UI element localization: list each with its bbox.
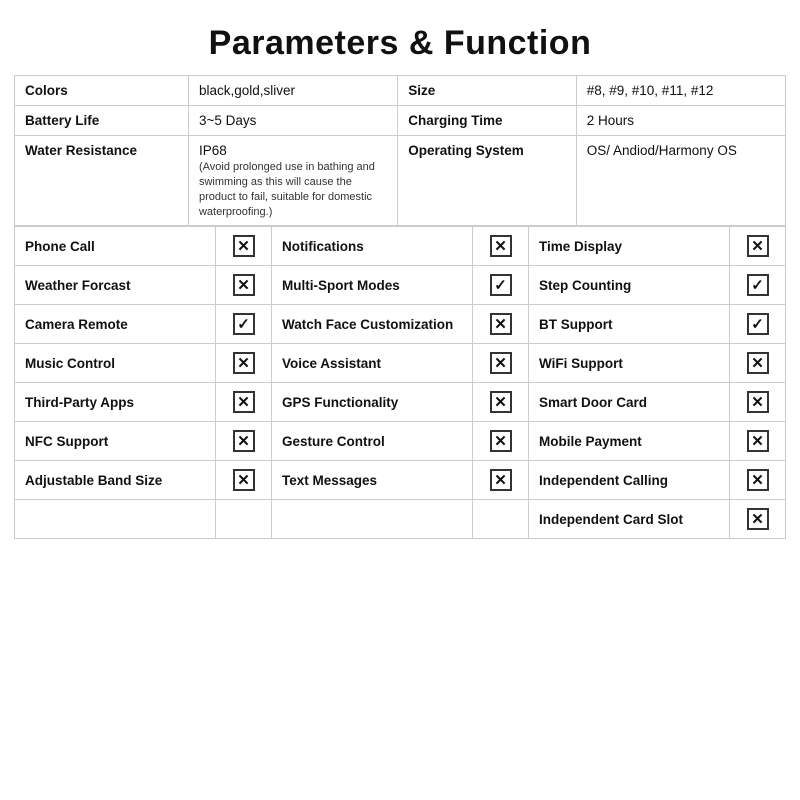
feat-label-5-0: NFC Support [15,422,216,461]
size-label: Size [398,76,577,106]
feat-label-4-1: GPS Functionality [271,383,472,422]
charging-value: 2 Hours [576,106,785,136]
feat-label-2-0: Camera Remote [15,305,216,344]
feat-check-6-2: ✕ [730,461,786,500]
features-row: Adjustable Band Size✕Text Messages✕Indep… [15,461,786,500]
feat-check-1-0: ✕ [216,266,272,305]
features-row: NFC Support✕Gesture Control✕Mobile Payme… [15,422,786,461]
colors-value: black,gold,sliver [188,76,397,106]
feat-check-0-1: ✕ [473,227,529,266]
feat-check-6-1: ✕ [473,461,529,500]
feat-label-6-0: Adjustable Band Size [15,461,216,500]
water-value: IP68 (Avoid prolonged use in bathing and… [188,136,397,226]
feat-check-2-2: ✓ [730,305,786,344]
feat-label-0-1: Notifications [271,227,472,266]
feat-label-5-2: Mobile Payment [528,422,729,461]
colors-label: Colors [15,76,189,106]
water-label: Water Resistance [15,136,189,226]
os-value: OS/ Andiod/Harmony OS [576,136,785,226]
feat-label-0-2: Time Display [528,227,729,266]
feat-check-7-1 [473,500,529,539]
features-row: Music Control✕Voice Assistant✕WiFi Suppo… [15,344,786,383]
params-row-battery: Battery Life 3~5 Days Charging Time 2 Ho… [15,106,786,136]
feat-check-2-0: ✓ [216,305,272,344]
feat-label-1-2: Step Counting [528,266,729,305]
feat-check-0-2: ✕ [730,227,786,266]
feat-label-4-2: Smart Door Card [528,383,729,422]
features-row: Camera Remote✓Watch Face Customization✕B… [15,305,786,344]
feat-check-0-0: ✕ [216,227,272,266]
features-table: Phone Call✕Notifications✕Time Display✕We… [14,226,786,539]
feat-check-3-0: ✕ [216,344,272,383]
feat-check-1-2: ✓ [730,266,786,305]
params-row-colors: Colors black,gold,sliver Size #8, #9, #1… [15,76,786,106]
feat-check-5-1: ✕ [473,422,529,461]
feat-label-4-0: Third-Party Apps [15,383,216,422]
feat-check-7-2: ✕ [730,500,786,539]
params-row-water: Water Resistance IP68 (Avoid prolonged u… [15,136,786,226]
size-value: #8, #9, #10, #11, #12 [576,76,785,106]
feat-check-2-1: ✕ [473,305,529,344]
feat-check-3-1: ✕ [473,344,529,383]
feat-label-3-2: WiFi Support [528,344,729,383]
feat-label-0-0: Phone Call [15,227,216,266]
features-row: Phone Call✕Notifications✕Time Display✕ [15,227,786,266]
feat-check-5-2: ✕ [730,422,786,461]
features-row: Third-Party Apps✕GPS Functionality✕Smart… [15,383,786,422]
feat-label-1-1: Multi-Sport Modes [271,266,472,305]
charging-label: Charging Time [398,106,577,136]
feat-label-6-1: Text Messages [271,461,472,500]
feat-label-5-1: Gesture Control [271,422,472,461]
feat-label-2-1: Watch Face Customization [271,305,472,344]
feat-label-6-2: Independent Calling [528,461,729,500]
feat-check-6-0: ✕ [216,461,272,500]
features-row: Independent Card Slot✕ [15,500,786,539]
page-title: Parameters & Function [14,10,786,75]
feat-check-7-0 [216,500,272,539]
feat-label-2-2: BT Support [528,305,729,344]
params-table: Colors black,gold,sliver Size #8, #9, #1… [14,75,786,226]
feat-check-5-0: ✕ [216,422,272,461]
feat-check-1-1: ✓ [473,266,529,305]
feat-check-4-2: ✕ [730,383,786,422]
feat-check-4-0: ✕ [216,383,272,422]
feat-label-7-2: Independent Card Slot [528,500,729,539]
feat-label-3-0: Music Control [15,344,216,383]
feat-label-3-1: Voice Assistant [271,344,472,383]
page: Parameters & Function Colors black,gold,… [0,0,800,553]
feat-label-7-1 [271,500,472,539]
feat-check-3-2: ✕ [730,344,786,383]
features-row: Weather Forcast✕Multi-Sport Modes✓Step C… [15,266,786,305]
feat-check-4-1: ✕ [473,383,529,422]
feat-label-1-0: Weather Forcast [15,266,216,305]
feat-label-7-0 [15,500,216,539]
battery-value: 3~5 Days [188,106,397,136]
battery-label: Battery Life [15,106,189,136]
os-label: Operating System [398,136,577,226]
water-note: (Avoid prolonged use in bathing and swim… [199,161,375,218]
